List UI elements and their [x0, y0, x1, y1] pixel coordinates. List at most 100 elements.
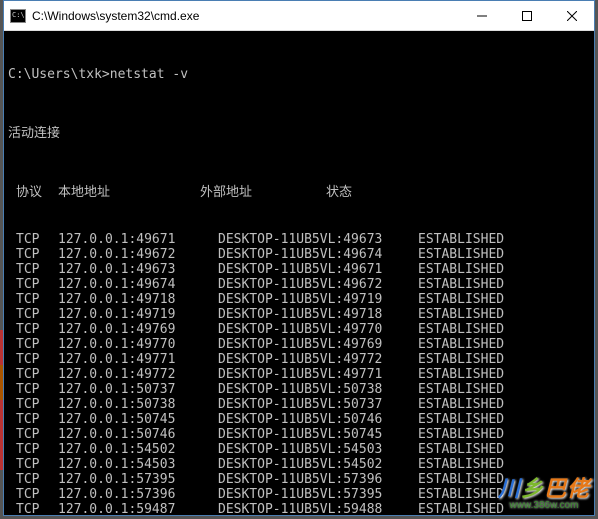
cell-foreign: DESKTOP-11UB5VL:54503: [218, 442, 418, 457]
minimize-button[interactable]: [459, 1, 504, 30]
table-row: TCP127.0.0.1:49673DESKTOP-11UB5VL:49671E…: [8, 262, 590, 277]
cell-foreign: DESKTOP-11UB5VL:57396: [218, 472, 418, 487]
cell-state: ESTABLISHED: [418, 367, 504, 382]
table-row: TCP127.0.0.1:49771DESKTOP-11UB5VL:49772E…: [8, 352, 590, 367]
cell-state: ESTABLISHED: [418, 487, 504, 502]
table-row: TCP127.0.0.1:49719DESKTOP-11UB5VL:49718E…: [8, 307, 590, 322]
cell-proto: TCP: [8, 382, 58, 397]
terminal-output[interactable]: C:\Users\txk>netstat -v 活动连接 协议本地地址外部地址状…: [4, 31, 594, 515]
cell-foreign: DESKTOP-11UB5VL:49771: [218, 367, 418, 382]
cell-proto: TCP: [8, 322, 58, 337]
cell-local: 127.0.0.1:49769: [58, 322, 218, 337]
cell-proto: TCP: [8, 412, 58, 427]
cell-state: ESTABLISHED: [418, 247, 504, 262]
prompt-line: C:\Users\txk>netstat -v: [8, 67, 590, 82]
cell-local: 127.0.0.1:49672: [58, 247, 218, 262]
connection-rows: TCP127.0.0.1:49671DESKTOP-11UB5VL:49673E…: [8, 232, 590, 515]
cell-proto: TCP: [8, 487, 58, 502]
cell-state: ESTABLISHED: [418, 292, 504, 307]
cell-foreign: DESKTOP-11UB5VL:50737: [218, 397, 418, 412]
cell-local: 127.0.0.1:49671: [58, 232, 218, 247]
table-row: TCP127.0.0.1:54503DESKTOP-11UB5VL:54502E…: [8, 457, 590, 472]
cell-state: ESTABLISHED: [418, 262, 504, 277]
table-row: TCP127.0.0.1:49772DESKTOP-11UB5VL:49771E…: [8, 367, 590, 382]
cell-state: ESTABLISHED: [418, 352, 504, 367]
cell-state: ESTABLISHED: [418, 382, 504, 397]
cell-state: ESTABLISHED: [418, 397, 504, 412]
cell-state: ESTABLISHED: [418, 442, 504, 457]
cell-proto: TCP: [8, 502, 58, 515]
cell-local: 127.0.0.1:50737: [58, 382, 218, 397]
cell-proto: TCP: [8, 262, 58, 277]
header-foreign: 外部地址: [200, 185, 326, 200]
cell-state: ESTABLISHED: [418, 412, 504, 427]
window-title: C:\Windows\system32\cmd.exe: [32, 9, 459, 23]
cell-local: 127.0.0.1:49674: [58, 277, 218, 292]
cell-proto: TCP: [8, 337, 58, 352]
column-headers: 协议本地地址外部地址状态: [8, 185, 590, 200]
cell-local: 127.0.0.1:49772: [58, 367, 218, 382]
cmd-window: C:\Windows\system32\cmd.exe C:\Users\txk…: [3, 0, 595, 516]
header-state: 状态: [326, 185, 352, 200]
cell-state: ESTABLISHED: [418, 277, 504, 292]
cell-local: 127.0.0.1:49673: [58, 262, 218, 277]
cell-local: 127.0.0.1:50746: [58, 427, 218, 442]
section-title: 活动连接: [8, 126, 590, 141]
cell-foreign: DESKTOP-11UB5VL:50745: [218, 427, 418, 442]
table-row: TCP127.0.0.1:57395DESKTOP-11UB5VL:57396E…: [8, 472, 590, 487]
cell-local: 127.0.0.1:49771: [58, 352, 218, 367]
cell-proto: TCP: [8, 457, 58, 472]
cell-foreign: DESKTOP-11UB5VL:54502: [218, 457, 418, 472]
cell-proto: TCP: [8, 397, 58, 412]
cell-local: 127.0.0.1:49718: [58, 292, 218, 307]
maximize-button[interactable]: [504, 1, 549, 30]
cell-foreign: DESKTOP-11UB5VL:49719: [218, 292, 418, 307]
cell-foreign: DESKTOP-11UB5VL:49772: [218, 352, 418, 367]
cell-foreign: DESKTOP-11UB5VL:49769: [218, 337, 418, 352]
cell-local: 127.0.0.1:59487: [58, 502, 218, 515]
cell-proto: TCP: [8, 442, 58, 457]
cell-proto: TCP: [8, 277, 58, 292]
cell-local: 127.0.0.1:50738: [58, 397, 218, 412]
cell-state: ESTABLISHED: [418, 232, 504, 247]
cell-proto: TCP: [8, 472, 58, 487]
cell-state: ESTABLISHED: [418, 427, 504, 442]
cell-local: 127.0.0.1:49770: [58, 337, 218, 352]
cell-local: 127.0.0.1:49719: [58, 307, 218, 322]
cell-proto: TCP: [8, 352, 58, 367]
table-row: TCP127.0.0.1:50738DESKTOP-11UB5VL:50737E…: [8, 397, 590, 412]
table-row: TCP127.0.0.1:54502DESKTOP-11UB5VL:54503E…: [8, 442, 590, 457]
table-row: TCP127.0.0.1:50745DESKTOP-11UB5VL:50746E…: [8, 412, 590, 427]
cell-foreign: DESKTOP-11UB5VL:50738: [218, 382, 418, 397]
table-row: TCP127.0.0.1:49674DESKTOP-11UB5VL:49672E…: [8, 277, 590, 292]
table-row: TCP127.0.0.1:49672DESKTOP-11UB5VL:49674E…: [8, 247, 590, 262]
header-local: 本地地址: [58, 185, 200, 200]
cell-foreign: DESKTOP-11UB5VL:49674: [218, 247, 418, 262]
cell-foreign: DESKTOP-11UB5VL:49672: [218, 277, 418, 292]
cell-proto: TCP: [8, 232, 58, 247]
table-row: TCP127.0.0.1:49770DESKTOP-11UB5VL:49769E…: [8, 337, 590, 352]
cell-local: 127.0.0.1:50745: [58, 412, 218, 427]
cell-state: ESTABLISHED: [418, 307, 504, 322]
titlebar[interactable]: C:\Windows\system32\cmd.exe: [4, 1, 594, 31]
cell-local: 127.0.0.1:54502: [58, 442, 218, 457]
cell-foreign: DESKTOP-11UB5VL:49671: [218, 262, 418, 277]
cell-local: 127.0.0.1:54503: [58, 457, 218, 472]
cell-foreign: DESKTOP-11UB5VL:57395: [218, 487, 418, 502]
command: netstat -v: [110, 67, 188, 82]
cmd-icon: [10, 9, 26, 23]
cell-local: 127.0.0.1:57396: [58, 487, 218, 502]
table-row: TCP127.0.0.1:59487DESKTOP-11UB5VL:59488E…: [8, 502, 590, 515]
cell-proto: TCP: [8, 247, 58, 262]
cell-proto: TCP: [8, 427, 58, 442]
close-button[interactable]: [549, 1, 594, 30]
cell-foreign: DESKTOP-11UB5VL:49770: [218, 322, 418, 337]
table-row: TCP127.0.0.1:49671DESKTOP-11UB5VL:49673E…: [8, 232, 590, 247]
cell-state: ESTABLISHED: [418, 502, 504, 515]
cell-state: ESTABLISHED: [418, 472, 504, 487]
prompt: C:\Users\txk>: [8, 67, 110, 82]
cell-foreign: DESKTOP-11UB5VL:49673: [218, 232, 418, 247]
window-controls: [459, 1, 594, 30]
cell-foreign: DESKTOP-11UB5VL:50746: [218, 412, 418, 427]
cell-proto: TCP: [8, 307, 58, 322]
